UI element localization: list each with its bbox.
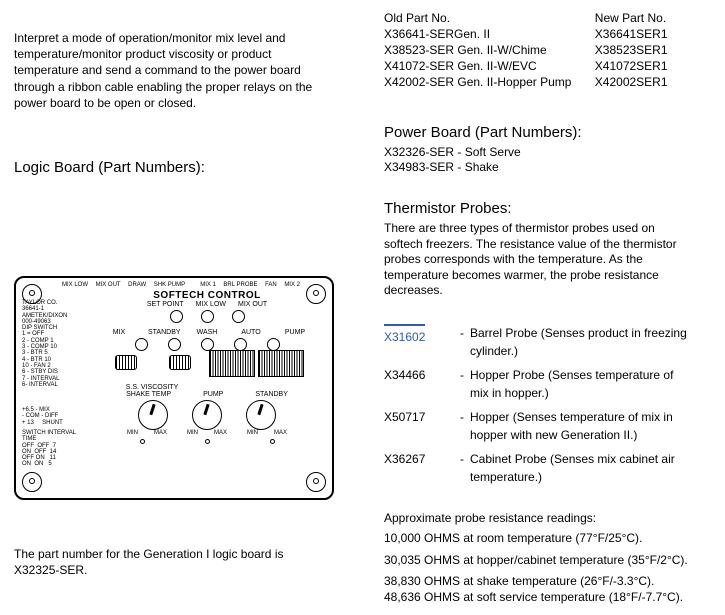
resistance-row: 30,035 OHMS at hopper/cabinet temperatur… — [384, 553, 694, 569]
table-header: New Part No. — [595, 10, 694, 26]
resistance-row: 38,830 OHMS at shake temperature (26°F/-… — [384, 574, 694, 605]
led-icon — [135, 338, 148, 351]
panel-label: MIX LOW — [62, 282, 88, 288]
table-row: X34466 - Hopper Probe (Senses temperatur… — [384, 363, 694, 405]
table-row: X36641-SERGen. IIX36641SER1 — [384, 26, 694, 42]
panel-label: FAN — [265, 282, 277, 288]
screw-icon — [22, 472, 42, 492]
panel-row2-labels: MIX STANDBY WASH AUTO PUMP — [88, 329, 326, 336]
table-row: X31602 - Barrel Probe (Senses product in… — [384, 321, 694, 363]
screw-icon — [306, 472, 326, 492]
panel-label: BRL PROBE — [223, 282, 257, 288]
panel-side-text: TAYLOR CO. 36641-1 AMETEK/DIXON 000-4906… — [22, 300, 67, 388]
part-number-table: Old Part No. New Part No. X36641-SERGen.… — [384, 10, 694, 90]
connector-icon — [258, 350, 304, 377]
panel-label: MIX 2 — [284, 282, 300, 288]
panel-top-labels: MIX LOW MIX OUT DRAW SHK PUMP MIX 1 BRL … — [22, 282, 326, 288]
table-header: Old Part No. — [384, 10, 595, 26]
panel-label: MIX 1 — [200, 282, 216, 288]
led-icon — [232, 310, 245, 323]
knob-icon — [192, 400, 222, 430]
logic-board-title: Logic Board (Part Numbers): — [14, 159, 334, 176]
screw-icon — [306, 284, 326, 304]
panel-label: MIX OUT — [96, 282, 121, 288]
resistance-row: 10,000 OHMS at room temperature (77°F/25… — [384, 531, 694, 547]
probe-link[interactable]: X31602 — [384, 324, 425, 346]
table-row: X50717 - Hopper (Senses temperature of m… — [384, 405, 694, 447]
knob-icon — [138, 400, 168, 430]
thermistor-intro: There are three types of thermistor prob… — [384, 221, 694, 299]
switch-icon — [169, 355, 191, 370]
led-icon — [168, 338, 181, 351]
panel-side-text: +6.5 - MIX - COM - DIFF + 13 SHUNT — [22, 407, 63, 426]
power-board-row: X34983-SER - Shake — [384, 160, 694, 174]
panel-title: SOFTECH CONTROL — [88, 290, 326, 301]
power-board-row: X32326-SER - Soft Serve — [384, 145, 694, 159]
table-row: X41072-SER Gen. II-W/EVCX41072SER1 — [384, 58, 694, 74]
footer-text: The part number for the Generation I log… — [14, 546, 334, 578]
power-board-title: Power Board (Part Numbers): — [384, 124, 694, 141]
table-row: X42002-SER Gen. II-Hopper PumpX42002SER1 — [384, 74, 694, 90]
hole-icon — [205, 439, 210, 444]
switch-icon — [115, 355, 137, 370]
knob-icon — [246, 400, 276, 430]
panel-side-text: SWITCH INTERVAL TIME OFF OFF 7 ON OFF 14… — [22, 430, 76, 468]
panel-subtitle: SET POINT MIX LOW MIX OUT — [88, 301, 326, 308]
resistance-title: Approximate probe resistance readings: — [384, 511, 694, 525]
connector-icon — [209, 350, 255, 377]
panel-label: DRAW — [128, 282, 146, 288]
probe-table: X31602 - Barrel Probe (Senses product in… — [384, 321, 694, 489]
led-icon — [201, 310, 214, 323]
hole-icon — [140, 439, 145, 444]
table-row: X38523-SER Gen. II-W/ChimeX38523SER1 — [384, 42, 694, 58]
hole-icon — [270, 439, 275, 444]
control-panel-diagram: MIX LOW MIX OUT DRAW SHK PUMP MIX 1 BRL … — [14, 276, 334, 500]
panel-label: SHK PUMP — [154, 282, 185, 288]
led-icon — [170, 310, 183, 323]
intro-paragraph: Interpret a mode of operation/monitor mi… — [14, 30, 334, 111]
thermistor-title: Thermistor Probes: — [384, 200, 694, 217]
table-row: X36267 - Cabinet Probe (Senses mix cabin… — [384, 447, 694, 489]
